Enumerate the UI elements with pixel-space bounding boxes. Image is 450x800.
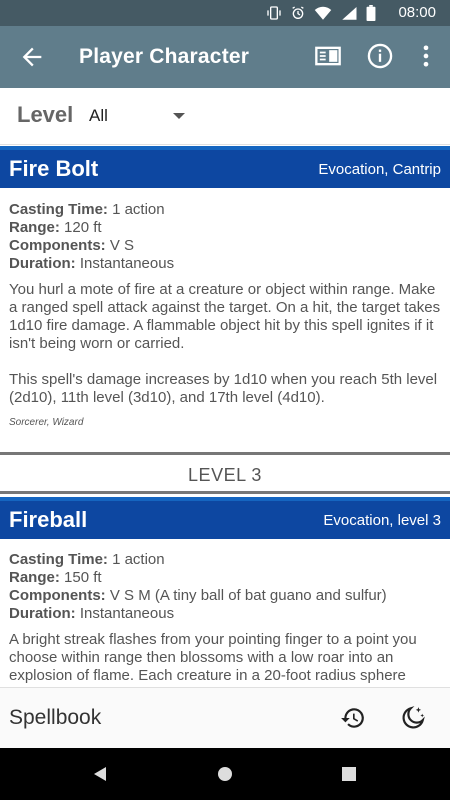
meta-value: 150 ft xyxy=(64,569,102,586)
nav-home-icon[interactable] xyxy=(217,766,233,782)
spell-components: Components: V S xyxy=(9,237,134,255)
meta-value: V S M (A tiny ball of bat guano and sulf… xyxy=(109,587,387,604)
meta-value: Instantaneous xyxy=(79,255,175,272)
spell-components: Components: V S M (A tiny ball of bat gu… xyxy=(9,587,387,605)
meta-label: Duration: xyxy=(9,255,76,272)
meta-value: 120 ft xyxy=(64,219,102,236)
nav-recents-icon[interactable] xyxy=(342,767,356,781)
section-divider xyxy=(0,491,450,494)
meta-label: Duration: xyxy=(9,605,76,622)
spell-duration: Duration: Instantaneous xyxy=(9,255,174,273)
spell-description: A bright streak flashes from your pointi… xyxy=(9,631,417,687)
status-time: 08:00 xyxy=(398,4,436,21)
bottom-bar: Spellbook xyxy=(0,687,450,749)
meta-value: V S xyxy=(109,237,135,254)
spell-name: Fire Bolt xyxy=(9,156,99,181)
meta-label: Range: xyxy=(9,219,60,236)
spell-header-fireball[interactable]: Fireball Evocation, level 3 xyxy=(0,497,450,539)
spell-name: Fireball xyxy=(9,507,88,532)
nav-back-icon[interactable] xyxy=(92,766,108,782)
chevron-down-icon[interactable] xyxy=(172,112,186,120)
system-nav-bar xyxy=(0,748,450,800)
alarm-icon xyxy=(292,6,304,19)
more-vert-icon[interactable] xyxy=(412,42,440,70)
wifi-icon xyxy=(314,6,332,20)
spell-range: Range: 150 ft xyxy=(9,569,102,587)
status-bar: 08:00 xyxy=(0,0,450,26)
spell-classes: Sorcerer, Wizard xyxy=(9,417,84,428)
vibrate-icon xyxy=(267,6,281,20)
level-filter-bar: Level All xyxy=(0,88,450,145)
spell-range: Range: 120 ft xyxy=(9,219,102,237)
section-divider xyxy=(0,452,450,455)
meta-value: 1 action xyxy=(112,551,165,568)
spell-description: You hurl a mote of fire at a creature or… xyxy=(9,281,441,352)
level-heading: LEVEL 3 xyxy=(188,465,262,485)
spell-description-scaling: This spell's damage increases by 1d10 wh… xyxy=(9,371,438,406)
app-bar: Player Character xyxy=(0,26,450,88)
history-icon[interactable] xyxy=(340,705,366,731)
spell-header-fire-bolt[interactable]: Fire Bolt Evocation, Cantrip xyxy=(0,146,450,188)
page-title: Player Character xyxy=(79,45,250,68)
meta-label: Components: xyxy=(9,587,106,604)
spell-school: Evocation, level 3 xyxy=(323,512,441,529)
arrow-back-icon[interactable] xyxy=(18,43,46,71)
info-icon[interactable] xyxy=(366,42,394,70)
spell-duration: Duration: Instantaneous xyxy=(9,605,174,623)
spell-header-accent xyxy=(0,146,450,150)
spell-casting-time: Casting Time: 1 action xyxy=(9,551,165,569)
status-icons xyxy=(266,4,376,22)
night-mode-icon[interactable] xyxy=(400,705,426,731)
spell-list[interactable]: Fire Bolt Evocation, Cantrip Casting Tim… xyxy=(0,146,450,687)
meta-label: Range: xyxy=(9,569,60,586)
meta-label: Casting Time: xyxy=(9,201,108,218)
book-view-icon[interactable] xyxy=(314,42,342,70)
level-filter-dropdown[interactable]: All xyxy=(89,106,108,126)
meta-value: Instantaneous xyxy=(79,605,175,622)
meta-label: Components: xyxy=(9,237,106,254)
spell-school: Evocation, Cantrip xyxy=(318,161,441,178)
level-filter-label: Level xyxy=(17,102,74,127)
battery-icon xyxy=(366,5,376,21)
spell-casting-time: Casting Time: 1 action xyxy=(9,201,165,219)
signal-icon xyxy=(342,7,357,20)
spell-header-accent xyxy=(0,497,450,501)
meta-value: 1 action xyxy=(112,201,165,218)
meta-label: Casting Time: xyxy=(9,551,108,568)
spellbook-label[interactable]: Spellbook xyxy=(9,706,101,730)
